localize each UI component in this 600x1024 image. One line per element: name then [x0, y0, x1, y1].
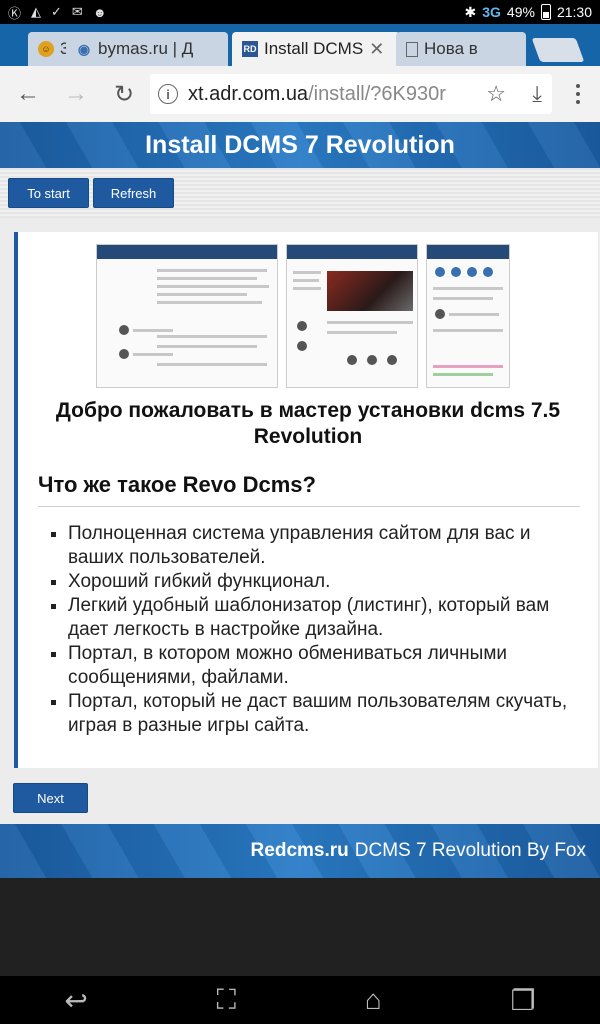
web-page: Install DCMS 7 Revolution To start Refre… [0, 122, 600, 878]
browser-tab-strip: ☺ 3 ◉ bymas.ru | Д RD Install DCMS ✕ Нов… [0, 24, 600, 66]
bookmark-star-icon[interactable]: ☆ [486, 81, 506, 107]
section-heading: Что же такое Revo Dcms? [38, 472, 580, 507]
feature-list: Полноценная система управления сайтом дл… [64, 522, 576, 738]
screenshot-thumb-2 [286, 244, 418, 388]
system-icons: ✱ 3G 49% 21:30 [464, 3, 592, 21]
battery-percent: 49% [506, 4, 535, 20]
tab-label: Install DCMS [264, 39, 364, 58]
battery-icon [540, 4, 551, 20]
clock: 21:30 [556, 4, 592, 20]
info-icon[interactable]: i [158, 84, 178, 104]
network-type: 3G [482, 4, 501, 20]
install-toolbar: To start Refresh [0, 168, 600, 218]
close-icon[interactable]: ✕ [369, 39, 384, 60]
screenshot-thumb-3 [426, 244, 510, 388]
screenshot-thumbnails [96, 244, 516, 388]
list-item: Портал, который не даст вашим пользовате… [68, 690, 576, 738]
refresh-button[interactable]: Refresh [93, 178, 174, 208]
footer-text: DCMS 7 Revolution By Fox [354, 840, 586, 861]
check-icon: ✓ [51, 4, 62, 19]
k-app-icon: Ⓚ [8, 5, 22, 21]
bluetooth-icon: ✱ [464, 3, 477, 20]
forward-icon[interactable]: → [52, 70, 100, 118]
pizza-icon: ◭ [31, 4, 42, 19]
tab-4[interactable]: Нова в [396, 32, 526, 66]
new-tab-button[interactable] [531, 38, 585, 62]
list-item: Легкий удобный шаблонизатор (листинг), к… [68, 594, 576, 642]
rd-icon: RD [242, 41, 258, 57]
recents-icon[interactable]: ❐ [511, 984, 536, 1017]
download-icon[interactable]: ⤓ [532, 81, 542, 107]
notification-icons: Ⓚ ◭ ✓ ✉ ☻ [8, 3, 107, 22]
status-bar: Ⓚ ◭ ✓ ✉ ☻ ✱ 3G 49% 21:30 [0, 0, 600, 24]
site-footer: Redcms.ru DCMS 7 Revolution By Fox [0, 824, 600, 878]
tab-2[interactable]: ◉ bymas.ru | Д [66, 32, 228, 66]
list-item: Полноценная система управления сайтом дл… [68, 522, 576, 570]
back-icon[interactable]: ← [4, 70, 52, 118]
tab-label: Нова в [424, 39, 478, 58]
page-title: Install DCMS 7 Revolution [145, 130, 455, 159]
wifi-icon: ◉ [77, 40, 91, 57]
footer-brand-link[interactable]: Redcms.ru [251, 840, 349, 862]
system-nav-bar: ↩ ⛶ ⌂ ❐ [0, 976, 600, 1024]
content-panel: Добро пожаловать в мастер установки dcms… [14, 232, 598, 768]
page-icon [406, 41, 418, 57]
screenshot-thumb-1 [96, 244, 278, 388]
site-header: Install DCMS 7 Revolution [0, 122, 600, 168]
url-field[interactable]: i xt.adr.com.ua/install/?6K930r ☆ ⤓ [150, 74, 552, 114]
back-nav-icon[interactable]: ↩ [64, 984, 87, 1017]
screenshot-icon[interactable]: ⛶ [217, 984, 237, 1017]
reload-icon[interactable]: ↻ [100, 70, 148, 118]
url-host: xt.adr.com.ua [188, 82, 309, 105]
list-item: Портал, в котором можно обмениваться лич… [68, 642, 576, 690]
screen: Ⓚ ◭ ✓ ✉ ☻ ✱ 3G 49% 21:30 ☺ 3 ◉ bymas.ru … [0, 0, 600, 1024]
url-path: /install/?6K930r [308, 82, 446, 105]
list-item: Хороший гибкий функционал. [68, 570, 576, 594]
address-bar: ← → ↻ i xt.adr.com.ua/install/?6K930r ☆ … [0, 66, 600, 122]
mail-icon: ✉ [71, 4, 83, 19]
overflow-menu-icon[interactable] [564, 78, 592, 110]
url-text[interactable]: xt.adr.com.ua/install/?6K930r [188, 83, 470, 106]
cat-icon: ☻ [92, 4, 107, 20]
next-button[interactable]: Next [13, 783, 88, 813]
tab-install-dcms[interactable]: RD Install DCMS ✕ [232, 32, 400, 66]
tab-label: bymas.ru | Д [98, 39, 194, 58]
smile-icon: ☺ [38, 41, 54, 57]
home-icon[interactable]: ⌂ [365, 984, 382, 1016]
to-start-button[interactable]: To start [8, 178, 89, 208]
welcome-heading: Добро пожаловать в мастер установки dcms… [55, 399, 561, 449]
